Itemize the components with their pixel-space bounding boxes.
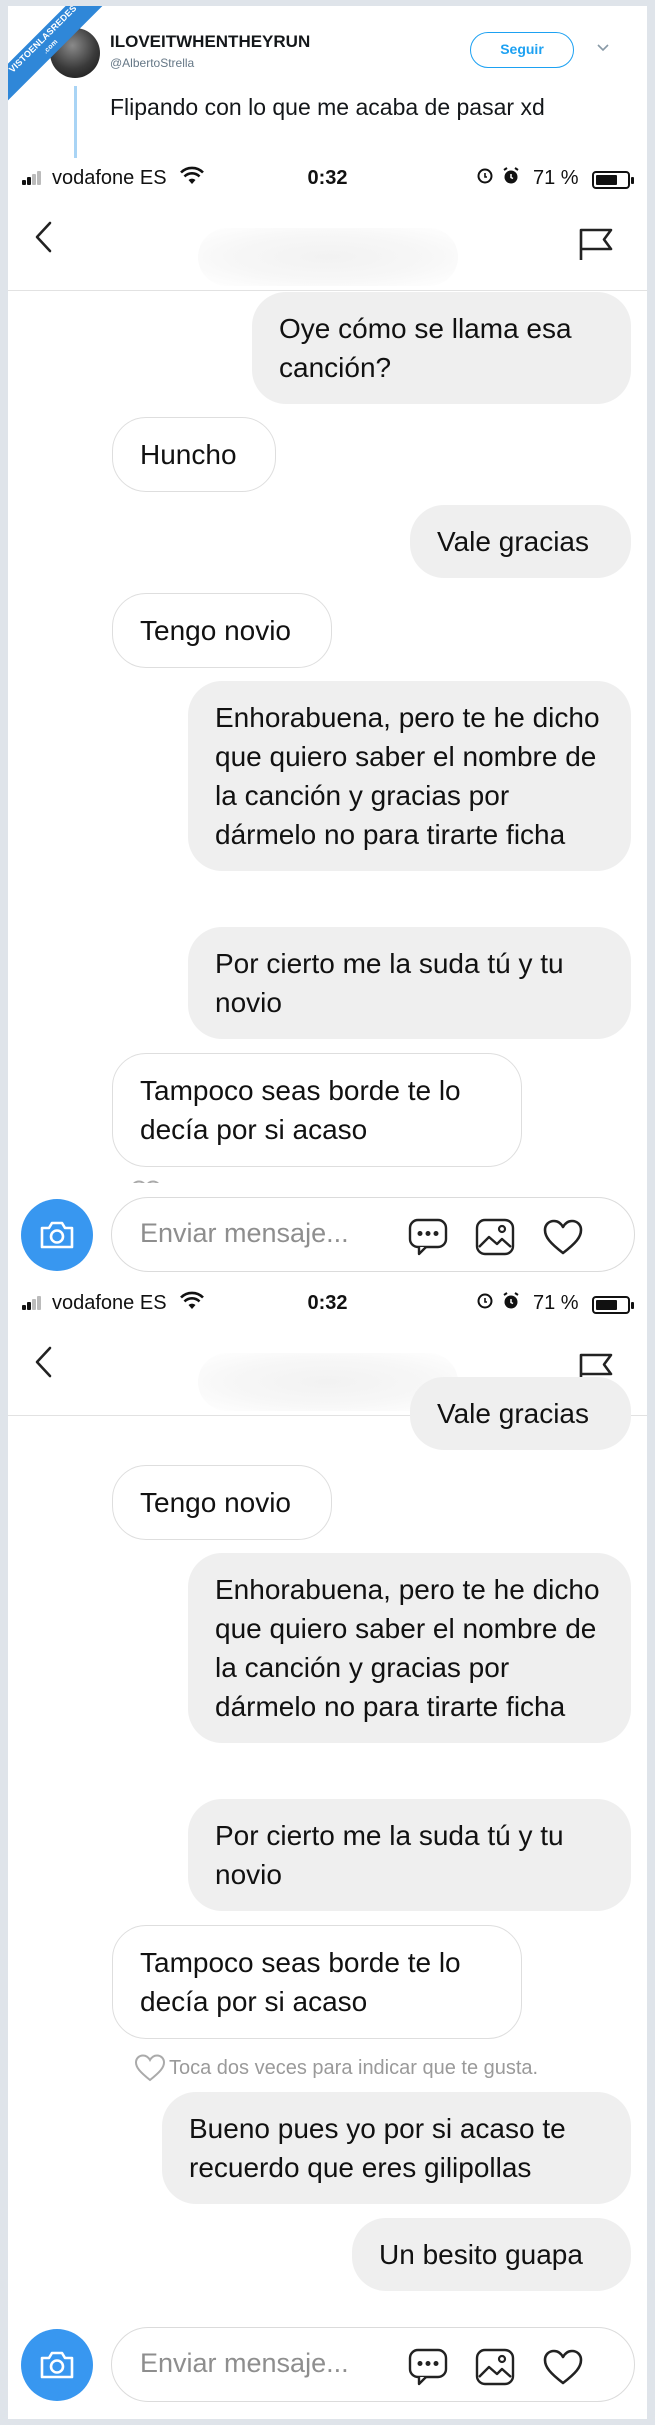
like-hint-text: Toca dos veces para indicar que te gusta… xyxy=(169,2056,539,2079)
message-bubble[interactable]: Tampoco seas borde te lo decía por si ac… xyxy=(112,1053,522,1167)
message-bubble[interactable]: Bueno pues yo por si acaso te recuerdo q… xyxy=(162,2092,631,2204)
thread-line xyxy=(74,86,77,160)
like-hint: Toca dos veces para indicar que te gusta… xyxy=(134,2053,538,2083)
camera-button[interactable] xyxy=(21,1199,93,1271)
tweet-text: Flipando con lo que me acaba de pasar xd xyxy=(110,94,545,120)
tweet-header: ILOVEITWHENTHEYRUN @AlbertoStrella Segui… xyxy=(8,6,647,166)
gallery-icon[interactable] xyxy=(475,1218,515,1261)
battery-icon xyxy=(592,171,634,189)
message-bubble[interactable]: Enhorabuena, pero te he dicho que quiero… xyxy=(188,681,631,871)
message-bubble[interactable]: Huncho xyxy=(112,417,276,492)
message-bubble[interactable]: Oye cómo se llama esa canción? xyxy=(252,292,631,404)
alarm-icon xyxy=(475,1291,525,1317)
message-input-placeholder: Enviar mensaje... xyxy=(140,1218,349,1248)
message-composer: Enviar mensaje... xyxy=(8,2313,647,2413)
flag-icon[interactable] xyxy=(576,224,616,269)
battery-level xyxy=(596,1300,618,1310)
message-input[interactable]: Enviar mensaje... xyxy=(111,1197,635,1272)
heart-icon xyxy=(134,2054,166,2082)
message-bubble[interactable]: Un besito guapa xyxy=(352,2218,631,2291)
dm-screenshot-1: vodafone ES 0:32 71 % Oye cómo se llama … xyxy=(8,158,647,1283)
tweet-author-handle[interactable]: @AlbertoStrella xyxy=(110,56,194,70)
alarm-icon xyxy=(475,166,525,192)
battery-percent: 71 % xyxy=(533,167,579,189)
message-bubble[interactable]: Vale gracias xyxy=(410,505,631,578)
status-bar: vodafone ES 0:32 71 % xyxy=(8,1283,647,1323)
blurred-contact-name[interactable] xyxy=(198,228,458,286)
message-input[interactable]: Enviar mensaje... xyxy=(111,2327,635,2402)
gallery-icon[interactable] xyxy=(475,2348,515,2391)
back-arrow-icon[interactable] xyxy=(34,220,54,259)
message-bubble[interactable]: Tengo novio xyxy=(112,593,332,668)
message-bubble[interactable]: Tengo novio xyxy=(112,1465,332,1540)
dm-screenshot-2: vodafone ES 0:32 71 % Vale gracias Tengo… xyxy=(8,1283,647,2413)
tweet-author-name[interactable]: ILOVEITWHENTHEYRUN xyxy=(110,32,310,52)
follow-button[interactable]: Seguir xyxy=(470,32,574,68)
camera-icon xyxy=(40,1221,74,1249)
message-composer: Enviar mensaje... xyxy=(8,1183,647,1283)
chevron-down-icon[interactable] xyxy=(596,40,610,56)
chat-navbar xyxy=(8,198,647,291)
battery-level xyxy=(596,175,618,185)
battery-icon xyxy=(592,1296,634,1314)
message-bubble[interactable]: Vale gracias xyxy=(410,1377,631,1450)
message-input-placeholder: Enviar mensaje... xyxy=(140,2348,349,2378)
message-bubble[interactable]: Tampoco seas borde te lo decía por si ac… xyxy=(112,1925,522,2039)
camera-icon xyxy=(40,2351,74,2379)
camera-button[interactable] xyxy=(21,2329,93,2401)
message-bubble[interactable]: Enhorabuena, pero te he dicho que quiero… xyxy=(188,1553,631,1743)
heart-icon[interactable] xyxy=(542,2348,584,2391)
sticker-icon[interactable] xyxy=(408,1218,448,1261)
message-bubble[interactable]: Por cierto me la suda tú y tu novio xyxy=(188,927,631,1039)
post-frame: VISTOENLASREDES .com ILOVEITWHENTHEYRUN … xyxy=(8,6,647,2419)
back-arrow-icon[interactable] xyxy=(34,1345,54,1384)
heart-icon[interactable] xyxy=(542,1218,584,1261)
battery-percent: 71 % xyxy=(533,1292,579,1314)
sticker-icon[interactable] xyxy=(408,2348,448,2391)
message-bubble[interactable]: Por cierto me la suda tú y tu novio xyxy=(188,1799,631,1911)
status-bar: vodafone ES 0:32 71 % xyxy=(8,158,647,198)
